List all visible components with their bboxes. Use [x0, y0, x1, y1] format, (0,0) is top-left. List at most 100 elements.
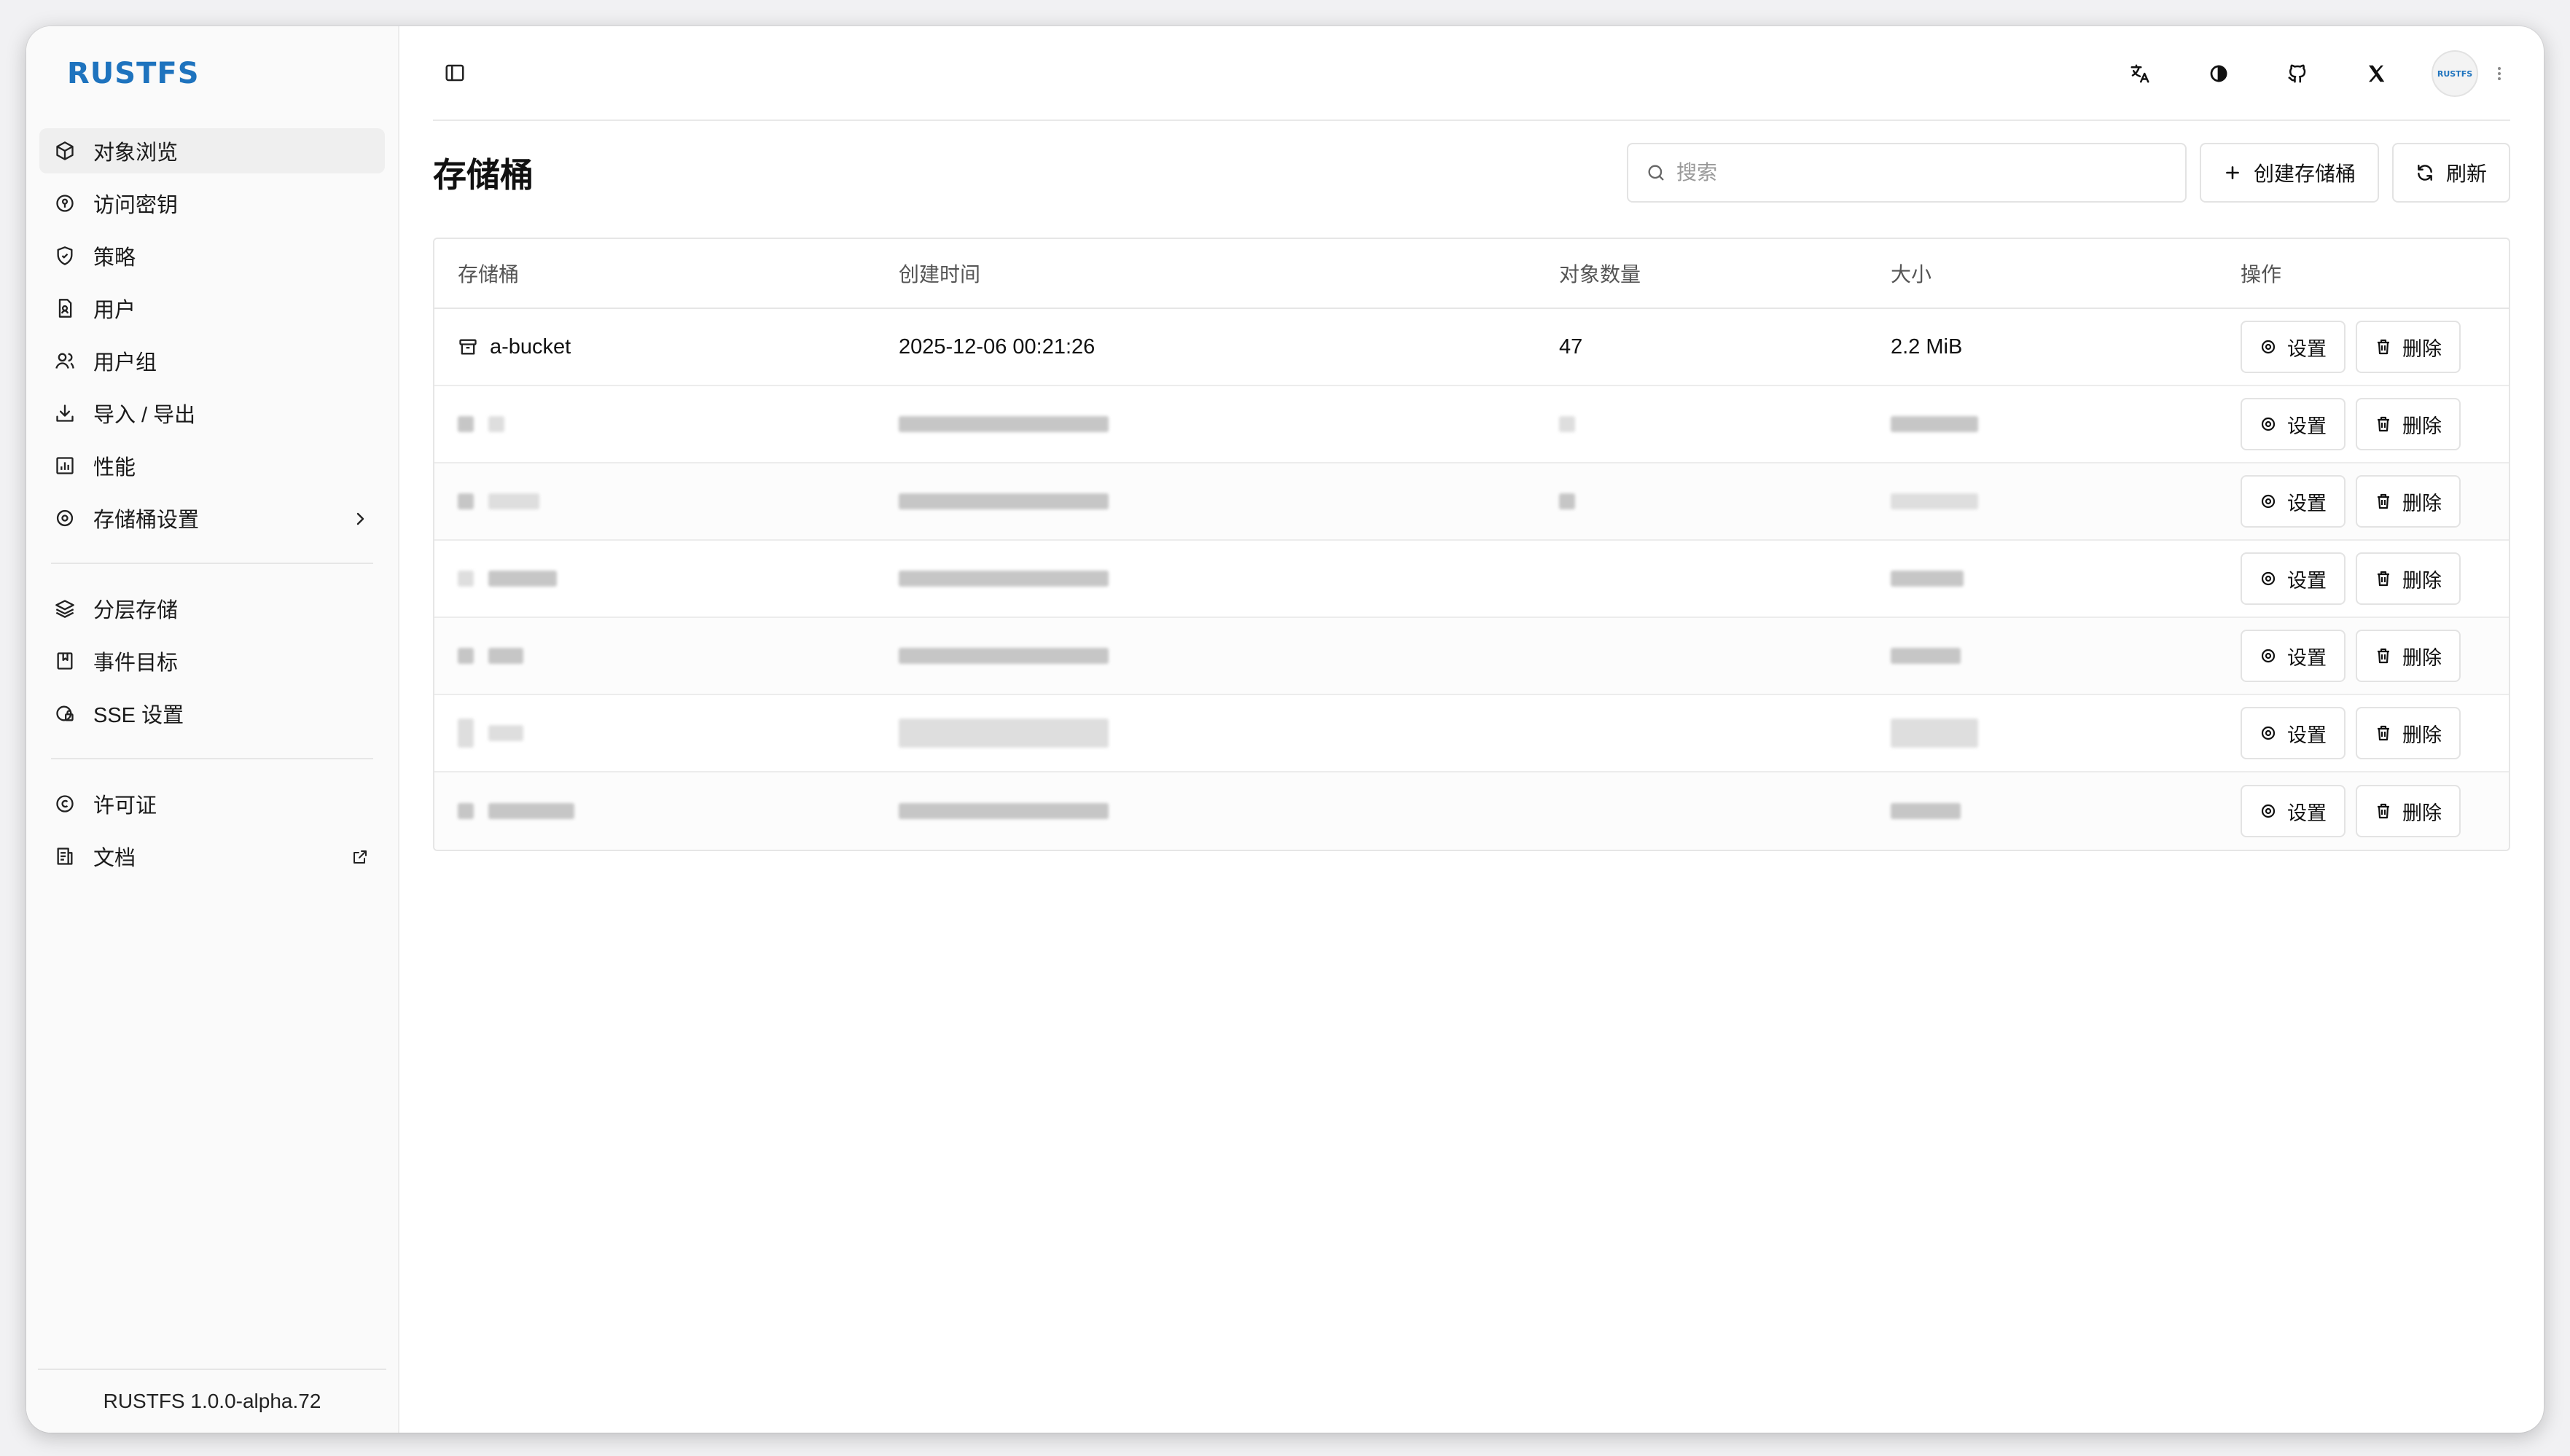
table-row[interactable]: 设置 删除: [434, 772, 2509, 850]
redacted-created: [899, 719, 1109, 748]
redacted-size: [1891, 571, 1964, 587]
gear-icon: [2261, 417, 2276, 431]
row-actions: 设置 删除: [2241, 552, 2471, 605]
settings-button[interactable]: 设置: [2241, 398, 2346, 450]
table-row[interactable]: 设置 删除: [434, 386, 2509, 463]
external-link-icon: [351, 848, 369, 865]
sidebar-item-label: 用户: [93, 299, 136, 322]
delete-button[interactable]: 删除: [2356, 630, 2461, 682]
delete-button[interactable]: 删除: [2356, 785, 2461, 837]
delete-button[interactable]: 删除: [2356, 475, 2461, 528]
column-header-created[interactable]: 创建时间: [899, 259, 980, 288]
table-row[interactable]: 设置 删除: [434, 618, 2509, 695]
shield-icon: [54, 245, 76, 267]
app-window: RUSTFS 对象浏览 访问密钥 策略 用户 用户组 导入 / 导出 性能 存储…: [26, 26, 2544, 1433]
settings-button[interactable]: 设置: [2241, 630, 2346, 682]
column-header-bucket[interactable]: 存储桶: [458, 259, 519, 288]
column-header-actions: 操作: [2241, 263, 2282, 286]
table-row[interactable]: 设置 删除: [434, 695, 2509, 772]
sidebar-item-performance[interactable]: 性能: [39, 443, 385, 488]
delete-button[interactable]: 删除: [2356, 321, 2461, 373]
translate-icon[interactable]: [2118, 52, 2162, 95]
sidebar-item-label: 存储桶设置: [93, 509, 200, 532]
sidebar-item-label: SSE 设置: [93, 704, 184, 727]
search-box[interactable]: [1626, 143, 2187, 203]
delete-label: 删除: [2402, 337, 2442, 360]
settings-button[interactable]: 设置: [2241, 707, 2346, 759]
github-icon[interactable]: [2276, 52, 2319, 95]
gear-icon: [54, 507, 76, 529]
settings-label: 设置: [2287, 646, 2327, 669]
delete-label: 删除: [2402, 724, 2442, 746]
sidebar-item-object-browser[interactable]: 对象浏览: [39, 128, 385, 173]
avatar[interactable]: RUSTFS: [2432, 50, 2478, 97]
x-icon[interactable]: [2354, 52, 2398, 95]
bucket-name-cell[interactable]: a-bucket: [458, 335, 571, 359]
lock-gear-icon: [54, 702, 76, 724]
column-header-objects[interactable]: 对象数量: [1559, 259, 1641, 288]
delete-button[interactable]: 删除: [2356, 707, 2461, 759]
create-bucket-button[interactable]: 创建存储桶: [2199, 143, 2379, 203]
delete-label: 删除: [2402, 415, 2442, 437]
sidebar-item-user-groups[interactable]: 用户组: [39, 338, 385, 383]
sidebar-item-label: 策略: [93, 246, 136, 270]
brand-logo[interactable]: RUSTFS: [39, 26, 385, 121]
sidebar-item-license[interactable]: 许可证: [39, 781, 385, 826]
gear-icon: [2261, 340, 2276, 354]
search-input[interactable]: [1676, 161, 2143, 184]
bucket-table: 存储桶 创建时间 对象数量 大小 操作 a-bucket 2025-12-06 …: [433, 238, 2510, 851]
gear-icon: [2261, 804, 2276, 818]
sidebar-item-label: 事件目标: [93, 651, 179, 675]
settings-button[interactable]: 设置: [2241, 321, 2346, 373]
sidebar-item-access-keys[interactable]: 访问密钥: [39, 181, 385, 226]
sidebar-item-label: 对象浏览: [93, 141, 179, 165]
sidebar-item-event-targets[interactable]: 事件目标: [39, 638, 385, 684]
sidebar-item-bucket-settings[interactable]: 存储桶设置: [39, 496, 385, 541]
row-actions: 设置 删除: [2241, 630, 2471, 682]
gear-icon: [2261, 649, 2276, 663]
search-icon: [1648, 165, 1664, 181]
sidebar-toggle-icon[interactable]: [433, 51, 477, 95]
sidebar-item-tiering[interactable]: 分层存储: [39, 586, 385, 631]
bucket-size: 2.2 MiB: [1891, 334, 1963, 359]
settings-button[interactable]: 设置: [2241, 552, 2346, 605]
sidebar-item-label: 许可证: [93, 794, 157, 818]
trash-icon: [2378, 493, 2389, 509]
topbar: RUSTFS: [433, 26, 2510, 121]
redacted-created: [899, 571, 1109, 587]
delete-button[interactable]: 删除: [2356, 398, 2461, 450]
redacted-name: [458, 648, 523, 664]
bucket-name: a-bucket: [490, 334, 571, 359]
sidebar-item-import-export[interactable]: 导入 / 导出: [39, 391, 385, 436]
chevron-right-icon: [351, 509, 369, 527]
settings-label: 设置: [2287, 802, 2327, 824]
page-title: 存储桶: [433, 156, 534, 194]
more-vertical-icon[interactable]: [2488, 52, 2510, 95]
sidebar-item-policies[interactable]: 策略: [39, 233, 385, 278]
refresh-button[interactable]: 刷新: [2391, 143, 2510, 203]
theme-icon[interactable]: [2197, 52, 2241, 95]
table-row[interactable]: 设置 删除: [434, 541, 2509, 618]
sidebar-item-sse-settings[interactable]: SSE 设置: [39, 691, 385, 736]
table-row[interactable]: a-bucket 2025-12-06 00:21:26 47 2.2 MiB …: [434, 309, 2509, 386]
column-header-size[interactable]: 大小: [1891, 259, 1932, 288]
row-actions: 设置 删除: [2241, 785, 2471, 837]
settings-button[interactable]: 设置: [2241, 475, 2346, 528]
delete-label: 删除: [2402, 646, 2442, 669]
redacted-count: [1559, 493, 1575, 509]
row-actions: 设置 删除: [2241, 321, 2471, 373]
sidebar-item-docs[interactable]: 文档: [39, 834, 385, 879]
delete-label: 删除: [2402, 802, 2442, 824]
bookmark-icon: [54, 650, 76, 672]
sidebar-item-users[interactable]: 用户: [39, 286, 385, 331]
settings-button[interactable]: 设置: [2241, 785, 2346, 837]
gear-icon: [2261, 726, 2276, 740]
sidebar-item-label: 性能: [93, 456, 136, 480]
cube-icon: [54, 140, 76, 162]
user-file-icon: [54, 297, 76, 319]
settings-label: 设置: [2287, 569, 2327, 592]
trash-icon: [2378, 571, 2389, 587]
table-row[interactable]: 设置 删除: [434, 463, 2509, 541]
nav-divider: [51, 758, 373, 759]
delete-button[interactable]: 删除: [2356, 552, 2461, 605]
